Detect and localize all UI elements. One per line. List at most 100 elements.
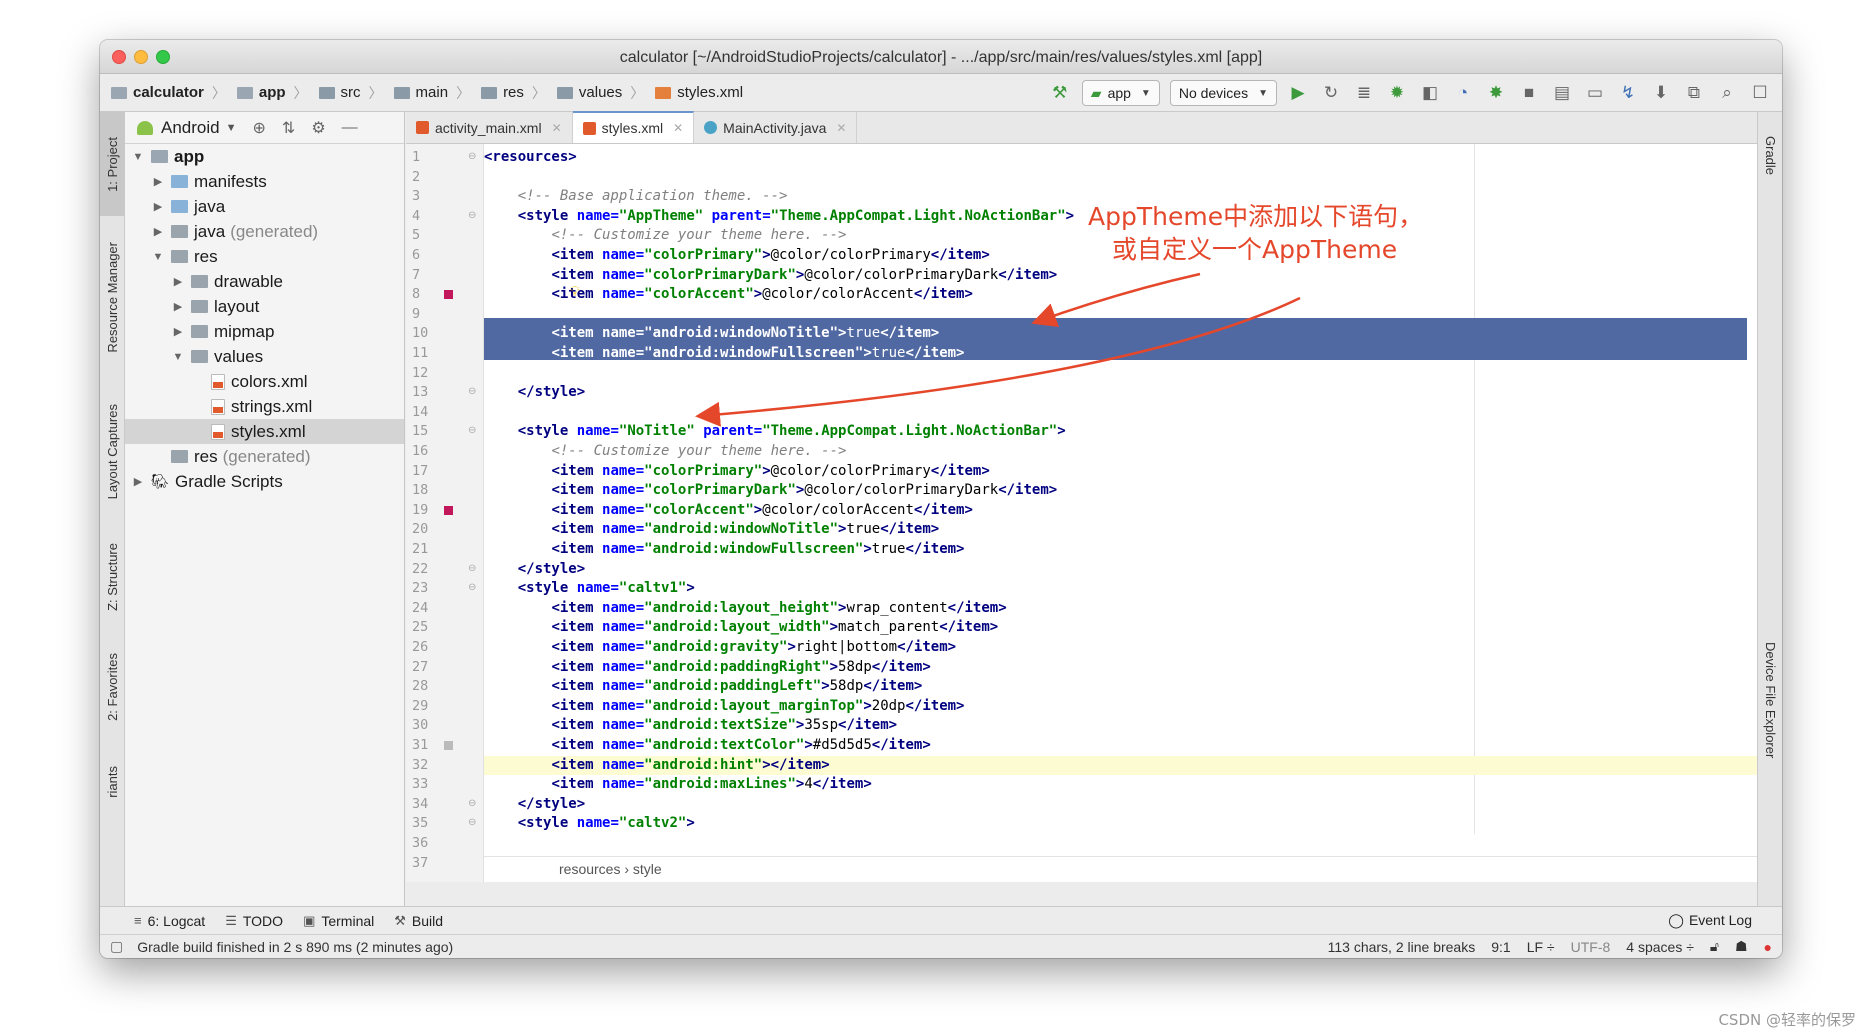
code-line[interactable]: <item name="android:layout_width">match_…: [484, 618, 1757, 638]
code-line[interactable]: <item name="android:paddingRight">58dp</…: [484, 658, 1757, 678]
code-line[interactable]: <item name="android:textSize">35sp</item…: [484, 716, 1757, 736]
inspector-icon[interactable]: ☗: [1735, 938, 1748, 955]
expanded-icon[interactable]: ▼: [151, 251, 165, 263]
sync-gradle-icon[interactable]: ↯: [1616, 81, 1640, 105]
event-log-button[interactable]: ◯ Event Log: [1668, 912, 1752, 929]
code-line[interactable]: <item name="colorPrimaryDark">@color/col…: [484, 266, 1757, 286]
fold-icon[interactable]: ⊖: [468, 798, 476, 809]
tree-item-res[interactable]: ▼ res: [125, 244, 404, 269]
lightbulb-icon[interactable]: 💡︎: [570, 283, 580, 300]
color-swatch-icon[interactable]: [444, 741, 453, 750]
collapsed-icon[interactable]: ▶: [151, 175, 165, 188]
user-icon[interactable]: ☐: [1748, 81, 1772, 105]
code-line[interactable]: <item name="colorAccent">@color/colorAcc…: [484, 285, 1757, 305]
code-line[interactable]: <style name="caltv2">: [484, 814, 1757, 834]
code-line[interactable]: <style name="NoTitle" parent="Theme.AppC…: [484, 422, 1757, 442]
code-line[interactable]: <item name="android:paddingLeft">58dp</i…: [484, 677, 1757, 697]
tree-item-gradle-scripts[interactable]: ▶ 🐘︎ Gradle Scripts: [125, 469, 404, 494]
indent-setting[interactable]: 4 spaces ÷: [1626, 939, 1694, 955]
editor-tab[interactable]: styles.xml ✕: [572, 111, 695, 143]
tree-item-strings-xml[interactable]: strings.xml: [125, 394, 404, 419]
editor-tab[interactable]: activity_main.xml ✕: [406, 112, 573, 143]
fold-icon[interactable]: ⊖: [468, 210, 476, 221]
editor-tab[interactable]: MainActivity.java ✕: [694, 112, 858, 143]
fold-icon[interactable]: ⊖: [468, 386, 476, 397]
code-line[interactable]: [484, 364, 1757, 384]
search-icon[interactable]: ⌕: [1715, 81, 1739, 105]
tree-item-java[interactable]: ▶ java (generated): [125, 219, 404, 244]
breadcrumb-item[interactable]: main 〉: [393, 83, 470, 103]
close-tab-icon[interactable]: ✕: [673, 121, 683, 135]
code-line[interactable]: </style>: [484, 795, 1757, 815]
file-encoding[interactable]: UTF-8: [1571, 939, 1611, 955]
debug-icon[interactable]: ✹: [1385, 81, 1409, 105]
collapsed-icon[interactable]: ▶: [171, 325, 185, 338]
code-line[interactable]: </style>: [484, 560, 1757, 580]
color-swatch-icon[interactable]: [444, 290, 453, 300]
device-select[interactable]: No devices ▼: [1169, 80, 1277, 106]
code-line[interactable]: <item name="android:windowNoTitle">true<…: [484, 520, 1757, 540]
project-structure-icon[interactable]: ▤: [1550, 81, 1574, 105]
tool-tab-resource-manager[interactable]: Resource Manager: [100, 232, 125, 362]
profiler-icon[interactable]: ◔: [1451, 81, 1475, 105]
tree-item-layout[interactable]: ▶ layout: [125, 294, 404, 319]
caret-position[interactable]: 9:1: [1491, 939, 1510, 955]
editor-breadcrumb[interactable]: resources › style: [484, 856, 1757, 882]
line-separator[interactable]: LF ÷: [1527, 939, 1555, 955]
code-line[interactable]: <item name="android:windowFullscreen">tr…: [484, 540, 1757, 560]
gear-icon[interactable]: ⚙: [311, 118, 325, 138]
fold-icon[interactable]: ⊖: [468, 817, 476, 828]
breadcrumb-item[interactable]: values 〉: [556, 83, 644, 103]
bottom-tool-build[interactable]: ⚒ Build: [394, 913, 443, 929]
fold-icon[interactable]: ⊖: [468, 582, 476, 593]
breadcrumb-item[interactable]: app 〉: [236, 83, 308, 103]
breadcrumb-item[interactable]: styles.xml: [655, 84, 743, 101]
apply-changes-icon[interactable]: ↻: [1319, 81, 1343, 105]
fold-icon[interactable]: ⊖: [468, 425, 476, 436]
code-line[interactable]: <item name="android:windowFullscreen">tr…: [484, 344, 1757, 364]
attach-debugger-icon[interactable]: ✸: [1484, 81, 1508, 105]
tool-tab-build-variants[interactable]: riants: [100, 752, 125, 812]
collapsed-icon[interactable]: ▶: [171, 275, 185, 288]
profile-icon[interactable]: ◧: [1418, 81, 1442, 105]
expanded-icon[interactable]: ▼: [171, 351, 185, 363]
color-swatch-icon[interactable]: [444, 505, 453, 515]
close-tab-icon[interactable]: ✕: [552, 121, 562, 135]
tree-item-values[interactable]: ▼ values: [125, 344, 404, 369]
hammer-icon[interactable]: ⚒: [1048, 81, 1072, 105]
run-icon[interactable]: ▶: [1286, 81, 1310, 105]
avd-manager-icon[interactable]: ▭: [1583, 81, 1607, 105]
collapsed-icon[interactable]: ▶: [151, 200, 165, 213]
tool-tab-gradle[interactable]: Gradle: [1758, 136, 1782, 175]
layout-inspector-icon[interactable]: ⧉: [1682, 81, 1706, 105]
expanded-icon[interactable]: ▼: [131, 151, 145, 163]
bottom-tool-terminal[interactable]: ▣ Terminal: [303, 913, 374, 929]
tool-tab-favorites[interactable]: 2: Favorites: [100, 642, 125, 732]
bottom-tool-todo[interactable]: ☰ TODO: [225, 913, 283, 929]
error-icon[interactable]: ●: [1764, 939, 1772, 955]
code-line[interactable]: <item name="android:layout_marginTop">20…: [484, 697, 1757, 717]
toggle-tool-windows-icon[interactable]: ▢: [110, 938, 123, 955]
chevron-down-icon[interactable]: ▼: [226, 122, 237, 134]
code-line[interactable]: <item name="android:hint"></item>: [484, 755, 1757, 776]
tree-item-manifests[interactable]: ▶ manifests: [125, 169, 404, 194]
breadcrumb-item[interactable]: calculator 〉: [111, 83, 226, 103]
hide-icon[interactable]: —: [342, 119, 358, 137]
code-line[interactable]: [484, 305, 1757, 325]
code-line[interactable]: [484, 168, 1757, 188]
tree-item-styles-xml[interactable]: styles.xml: [125, 419, 404, 444]
code-line[interactable]: <item name="colorPrimary">@color/colorPr…: [484, 462, 1757, 482]
code-line[interactable]: <item name="colorPrimaryDark">@color/col…: [484, 481, 1757, 501]
code-line[interactable]: [484, 403, 1757, 423]
apply-code-changes-icon[interactable]: ≣: [1352, 81, 1376, 105]
tree-item-mipmap[interactable]: ▶ mipmap: [125, 319, 404, 344]
collapsed-icon[interactable]: ▶: [151, 225, 165, 238]
code-line[interactable]: <resources>: [484, 148, 1757, 168]
tree-item-res[interactable]: res (generated): [125, 444, 404, 469]
stop-icon[interactable]: ■: [1517, 81, 1541, 105]
code-line[interactable]: <style name="caltv1">: [484, 579, 1757, 599]
fold-icon[interactable]: ⊖: [468, 563, 476, 574]
code-line[interactable]: <item name="colorAccent">@color/colorAcc…: [484, 501, 1757, 521]
lock-icon[interactable]: 🔓︎: [1710, 938, 1719, 955]
run-config-select[interactable]: ▰ app ▼: [1081, 80, 1160, 106]
